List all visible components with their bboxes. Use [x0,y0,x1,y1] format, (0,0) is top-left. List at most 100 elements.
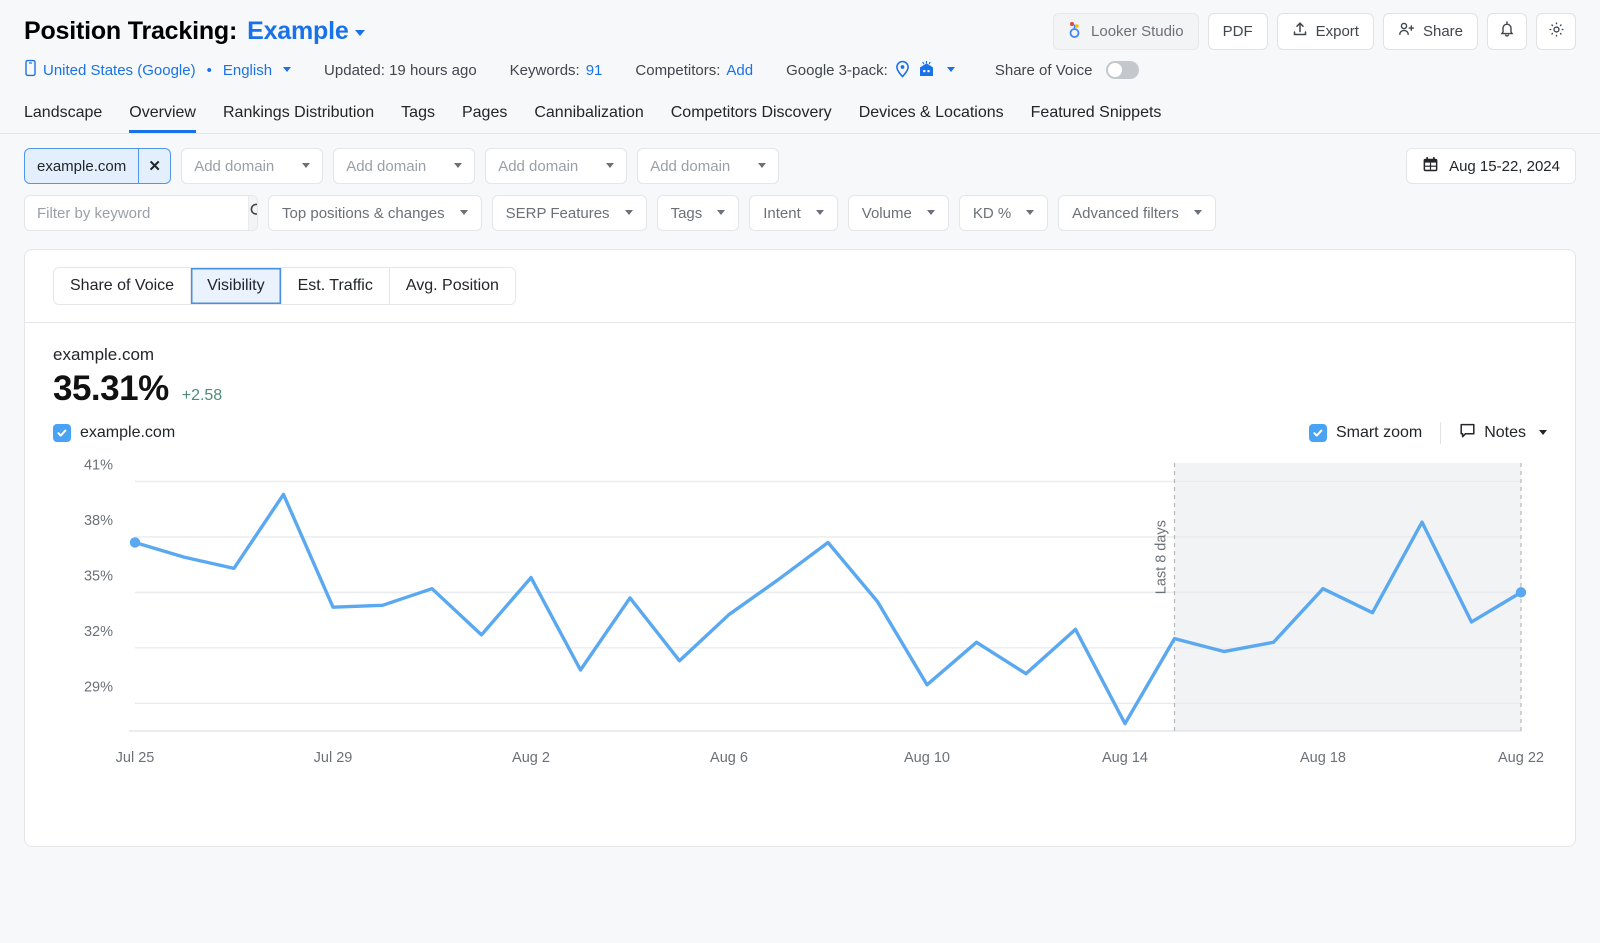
header-top-row: Position Tracking: Example Loo [24,10,1576,52]
project-name-dropdown[interactable]: Example [247,17,364,46]
keywords-count: Keywords: 91 [510,62,603,79]
tab-competitors-discovery[interactable]: Competitors Discovery [671,105,832,133]
add-domain-label: Add domain [346,158,426,175]
updated-status: Updated: 19 hours ago [324,62,477,79]
notes-dropdown[interactable]: Notes [1459,422,1547,444]
checkbox-checked-icon[interactable] [53,424,71,442]
chevron-down-icon [927,210,935,215]
chevron-down-icon [816,210,824,215]
svg-text:41%: 41% [84,457,113,473]
filter-row: Top positions & changes SERP Features Ta… [24,195,1576,231]
keyword-filter [24,195,258,231]
search-input[interactable] [25,196,248,230]
tab-devices-locations[interactable]: Devices & Locations [859,105,1004,133]
looker-studio-button[interactable]: Looker Studio [1053,13,1199,50]
metric-tabs-wrap: Share of Voice Visibility Est. Traffic A… [25,250,1575,305]
competitors-add: Competitors: Add [635,62,753,79]
chevron-down-icon [717,210,725,215]
looker-studio-label: Looker Studio [1091,23,1184,40]
pdf-label: PDF [1223,23,1253,40]
svg-text:Aug 10: Aug 10 [904,750,950,766]
filter-kd[interactable]: KD % [959,195,1048,231]
chevron-down-icon [454,163,462,168]
metric-tab-share-of-voice[interactable]: Share of Voice [54,268,191,304]
chevron-down-icon [625,210,633,215]
upload-icon [1292,21,1308,41]
export-button[interactable]: Export [1277,13,1374,50]
filter-top-positions-changes[interactable]: Top positions & changes [268,195,482,231]
project-name-label: Example [247,17,348,45]
keywords-value[interactable]: 91 [586,62,603,79]
chevron-down-icon [1194,210,1202,215]
meta-separator: • [207,62,212,79]
filter-tags[interactable]: Tags [657,195,740,231]
filter-label: Tags [671,205,703,222]
legend-item-example-com[interactable]: example.com [53,424,175,442]
share-of-voice-label: Share of Voice [995,62,1093,79]
tab-landscape[interactable]: Landscape [24,105,102,133]
kpi-delta: +2.58 [182,387,222,405]
kpi-domain-label: example.com [53,345,1547,365]
page-title: Position Tracking: Example [24,17,365,46]
svg-text:38%: 38% [84,513,113,529]
filter-intent[interactable]: Intent [749,195,838,231]
chevron-down-icon [1539,430,1547,435]
visibility-line-chart[interactable]: 41%38%35%32%29%Last 8 daysJul 25Jul 29Au… [25,449,1575,789]
chevron-down-icon [355,30,365,36]
device-icon [24,59,37,81]
pdf-button[interactable]: PDF [1208,13,1268,50]
svg-text:Aug 14: Aug 14 [1102,750,1148,766]
visibility-chart-card: Share of Voice Visibility Est. Traffic A… [24,249,1576,847]
competitors-label: Competitors: [635,62,720,79]
tab-pages[interactable]: Pages [462,105,507,133]
tab-rankings-distribution[interactable]: Rankings Distribution [223,105,374,133]
location-language-selector[interactable]: United States (Google) • English [24,59,291,81]
position-tracking-page: Position Tracking: Example Loo [0,0,1600,943]
svg-text:35%: 35% [84,568,113,584]
add-domain-slot-3[interactable]: Add domain [485,148,627,184]
kpi-value: 35.31% [53,369,169,409]
google-3pack-selector[interactable]: Google 3-pack: [786,59,955,82]
add-competitor-link[interactable]: Add [726,62,753,79]
add-domain-slot-1[interactable]: Add domain [181,148,323,184]
add-domain-slot-2[interactable]: Add domain [333,148,475,184]
tab-cannibalization[interactable]: Cannibalization [534,105,643,133]
notifications-button[interactable] [1487,13,1527,50]
domain-chip-example-com[interactable]: example.com ✕ [24,148,171,184]
add-domain-slot-4[interactable]: Add domain [637,148,779,184]
google-3pack-label: Google 3-pack: [786,62,888,79]
header-actions: Looker Studio PDF Export [1053,13,1576,50]
domain-row: example.com ✕ Add domain Add domain Add … [24,148,1576,184]
metric-tab-est-traffic[interactable]: Est. Traffic [282,268,390,304]
remove-domain-icon[interactable]: ✕ [138,149,170,183]
settings-button[interactable] [1536,13,1576,50]
filter-label: Advanced filters [1072,205,1179,222]
share-button[interactable]: Share [1383,13,1478,50]
location-label: United States (Google) [43,62,196,79]
calendar-icon [1422,156,1439,177]
main-nav-tabs: Landscape Overview Rankings Distribution… [0,96,1600,134]
add-domain-label: Add domain [498,158,578,175]
metric-tab-avg-position[interactable]: Avg. Position [390,268,515,304]
tab-tags[interactable]: Tags [401,105,435,133]
gear-icon [1548,21,1565,42]
filter-serp-features[interactable]: SERP Features [492,195,647,231]
tab-featured-snippets[interactable]: Featured Snippets [1031,105,1162,133]
person-plus-icon [1398,21,1415,41]
smart-zoom-control[interactable]: Smart zoom [1309,424,1422,442]
search-icon [249,202,258,224]
checkbox-checked-icon[interactable] [1309,424,1327,442]
legend-label: example.com [80,424,175,442]
search-button[interactable] [248,196,258,230]
keywords-label: Keywords: [510,62,580,79]
date-range-label: Aug 15-22, 2024 [1449,158,1560,175]
share-of-voice-toggle[interactable] [1106,61,1139,79]
metric-tab-visibility[interactable]: Visibility [191,268,282,304]
tab-overview[interactable]: Overview [129,105,196,133]
filters-section: example.com ✕ Add domain Add domain Add … [0,134,1600,231]
svg-text:Jul 29: Jul 29 [314,750,353,766]
filter-label: SERP Features [506,205,610,222]
date-range-picker[interactable]: Aug 15-22, 2024 [1406,148,1576,184]
filter-advanced[interactable]: Advanced filters [1058,195,1216,231]
filter-volume[interactable]: Volume [848,195,949,231]
